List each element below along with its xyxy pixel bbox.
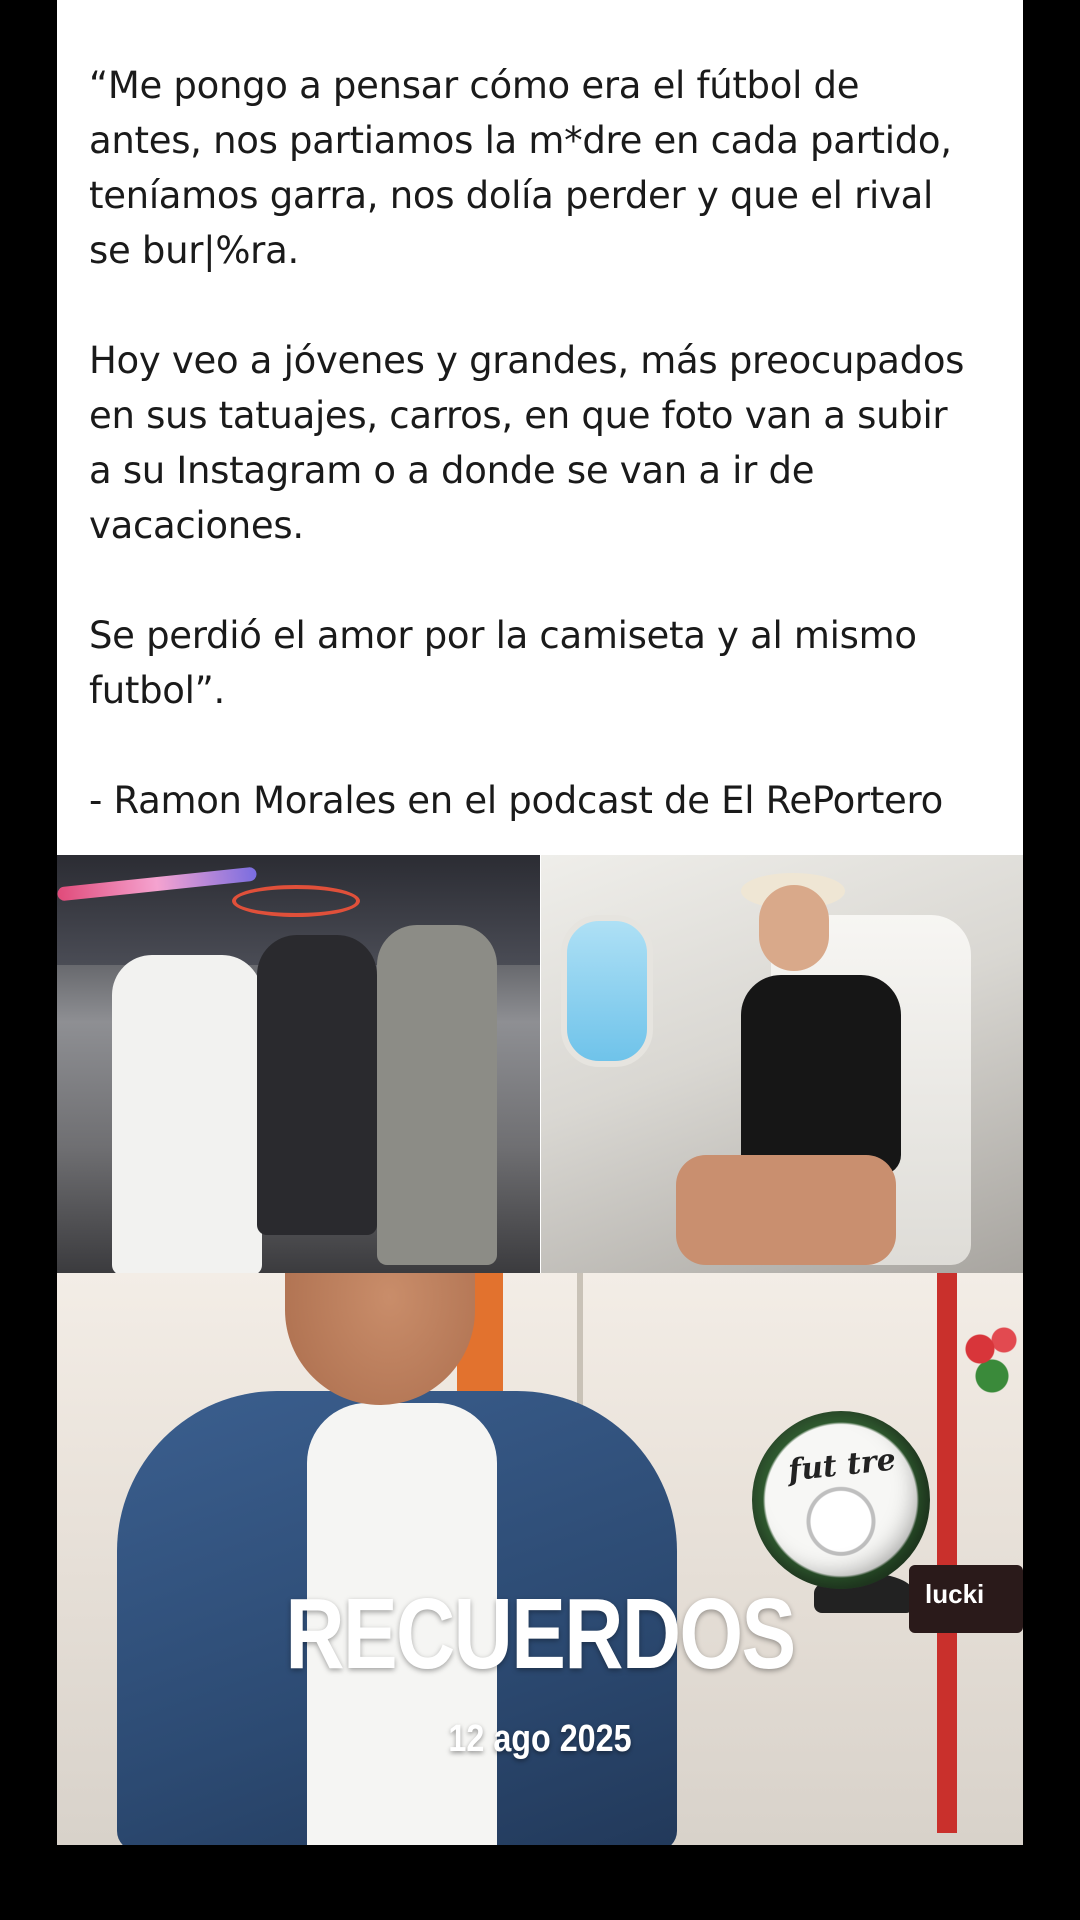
quote-paragraph-3: Se perdió el amor por la camiseta y al m… bbox=[89, 614, 917, 712]
quote-attribution: - Ramon Morales en el podcast de El RePo… bbox=[89, 779, 943, 822]
quote-paragraph-1: “Me pongo a pensar cómo era el fútbol de… bbox=[89, 64, 952, 272]
photo-flowers bbox=[962, 1313, 1022, 1403]
photo-person-legs bbox=[676, 1155, 896, 1265]
photo-person-head bbox=[759, 885, 829, 971]
photo-man-head bbox=[285, 1273, 475, 1405]
photo-neon-ring bbox=[232, 885, 360, 917]
post-card: “Me pongo a pensar cómo era el fútbol de… bbox=[57, 0, 1023, 1845]
photo-group-escalator[interactable] bbox=[57, 855, 540, 1273]
photo-person-white-shirt bbox=[112, 955, 262, 1273]
soccer-ball bbox=[752, 1411, 930, 1589]
photo-person-grey-tank bbox=[377, 925, 497, 1265]
overlay-title: RECUERDOS bbox=[285, 1578, 796, 1690]
photo-private-jet[interactable] bbox=[541, 855, 1023, 1273]
photo-jet-window bbox=[561, 915, 653, 1067]
photo-person-group bbox=[257, 935, 377, 1235]
photo-person-black-shirt bbox=[741, 975, 901, 1175]
quote-text-block: “Me pongo a pensar cómo era el fútbol de… bbox=[89, 58, 1009, 828]
quote-paragraph-2: Hoy veo a jóvenes y grandes, más preocup… bbox=[89, 339, 965, 547]
overlay-date: 12 ago 2025 bbox=[448, 1718, 632, 1760]
screen: “Me pongo a pensar cómo era el fútbol de… bbox=[0, 0, 1080, 1920]
